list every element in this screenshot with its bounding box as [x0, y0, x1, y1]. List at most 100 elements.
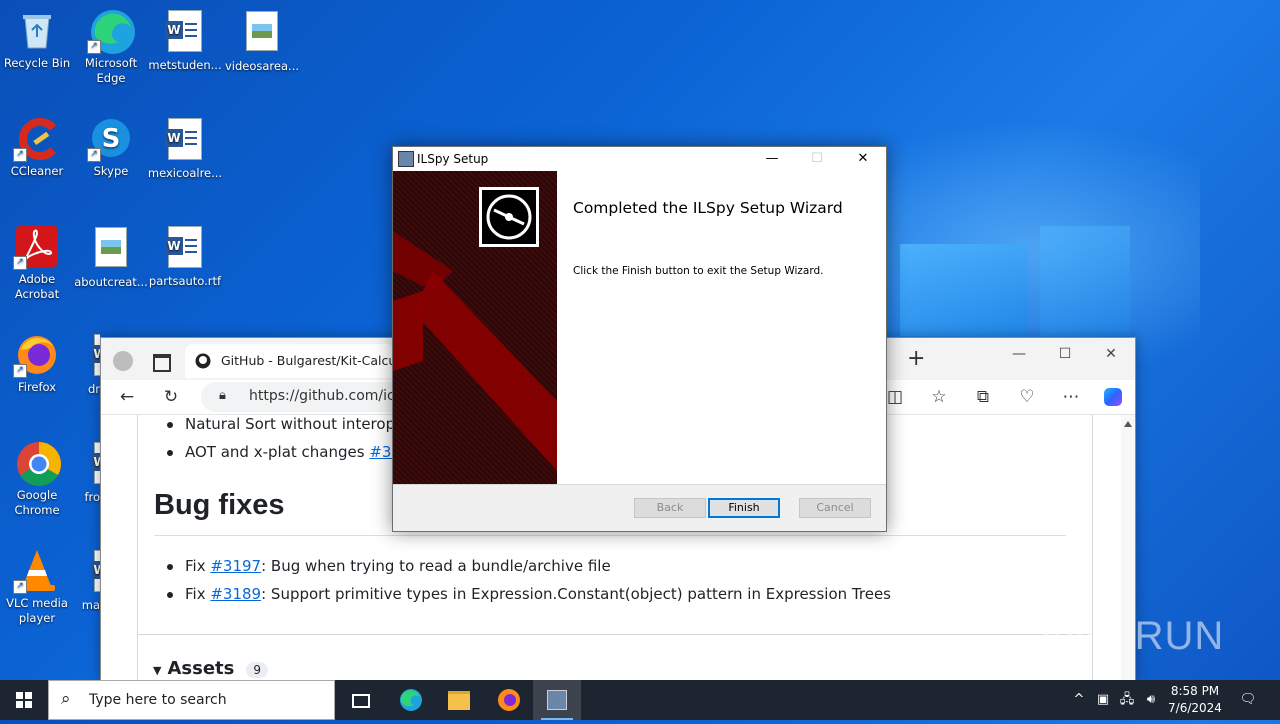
taskbar-clock[interactable]: 8:58 PM 7/6/2024: [1160, 683, 1230, 717]
assets-toggle[interactable]: ▼ Assets 9: [153, 658, 268, 679]
lock-icon: 🔒︎: [219, 388, 226, 403]
desktop-icon-word-doc-partial[interactable]: W ma: [73, 548, 100, 613]
close-button[interactable]: ✕: [1089, 340, 1133, 368]
tab-title: GitHub - Bulgarest/Kit-Calculato: [221, 353, 420, 368]
folder-icon: [448, 691, 470, 710]
divider: [154, 535, 1066, 536]
adobe-acrobat-icon: ↗: [13, 224, 59, 270]
setup-app-icon: [547, 690, 567, 710]
desktop-icon-label: partsauto.rtf: [148, 274, 222, 288]
skype-icon: S ↗: [87, 116, 133, 162]
anyrun-watermark: ANY RUN: [1038, 614, 1225, 658]
dialog-button-bar: Back Finish Cancel: [393, 484, 886, 532]
desktop-icon-recycle-bin[interactable]: Recycle Bin: [0, 8, 75, 71]
show-hidden-icons-chevron[interactable]: ^: [1068, 680, 1090, 720]
issue-link[interactable]: #3197: [210, 557, 261, 575]
profile-icon[interactable]: [113, 351, 133, 371]
device-icon[interactable]: ▣: [1092, 680, 1114, 720]
browser-tab-github[interactable]: GitHub - Bulgarest/Kit-Calculato: [185, 344, 420, 378]
desktop-icon-acrobat[interactable]: ↗ Adobe Acrobat: [0, 224, 75, 302]
shortcut-arrow-icon: ↗: [13, 148, 27, 162]
desktop-icon-edge[interactable]: ↗ Microsoft Edge: [73, 8, 149, 86]
collections-icon[interactable]: ⧉: [971, 385, 995, 409]
word-document-icon: W: [89, 442, 100, 486]
network-icon[interactable]: 🖧︎: [1116, 680, 1138, 720]
wallpaper-logo-pane: [900, 244, 1028, 336]
wizard-heading: Completed the ILSpy Setup Wizard: [573, 199, 843, 217]
scroll-up-icon[interactable]: [1124, 421, 1132, 427]
dialog-close-button[interactable]: ✕: [840, 147, 886, 171]
taskbar-search-box[interactable]: ⌕ Type here to search: [48, 680, 335, 720]
desktop-icon-word-doc[interactable]: W mexicoalre...: [147, 116, 223, 181]
shortcut-arrow-icon: ↗: [87, 148, 101, 162]
desktop-icon-label: Microsoft Edge: [84, 56, 138, 85]
firefox-icon: [498, 689, 520, 711]
windows-logo-icon: [16, 692, 32, 708]
word-document-icon: W: [89, 334, 100, 378]
dialog-title: ILSpy Setup: [417, 152, 489, 166]
vlc-icon: ↗: [13, 548, 59, 594]
dialog-minimize-button[interactable]: —: [749, 147, 795, 171]
list-item: Fix #3197: Bug when trying to read a bun…: [167, 557, 611, 575]
maximize-button[interactable]: ☐: [1043, 340, 1087, 368]
task-view-icon: [352, 694, 370, 708]
address-url: https://github.com/icsh: [249, 388, 411, 404]
taskbar: ⌕ Type here to search ^ ▣ 🖧︎ 🔊︎ 8:58 PM …: [0, 680, 1280, 720]
start-button[interactable]: [0, 680, 48, 720]
desktop-icon-rtf-doc[interactable]: W partsauto.rtf: [147, 224, 223, 289]
desktop-icon-word-doc-partial[interactable]: W fro: [73, 440, 100, 505]
taskbar-ilspy-setup[interactable]: [533, 680, 581, 720]
refresh-icon[interactable]: ↻: [159, 385, 183, 409]
favorites-star-icon[interactable]: ☆: [927, 385, 951, 409]
volume-icon[interactable]: 🔊︎: [1140, 680, 1162, 720]
taskbar-file-explorer[interactable]: [435, 680, 483, 720]
desktop-icon-ccleaner[interactable]: ↗ CCleaner: [0, 116, 75, 179]
finish-button[interactable]: Finish: [708, 498, 780, 518]
dialog-maximize-button: ☐: [811, 151, 823, 166]
github-icon: [195, 353, 211, 369]
desktop-icon-word-doc[interactable]: W metstuden...: [147, 8, 223, 73]
desktop-icon-word-doc-partial[interactable]: W dr: [73, 332, 100, 397]
desktop-icon-skype[interactable]: S ↗ Skype: [73, 116, 149, 179]
desktop-icon-label: fro: [84, 490, 100, 504]
search-placeholder: Type here to search: [89, 692, 227, 708]
taskbar-edge[interactable]: [387, 680, 435, 720]
desktop-icon-image-file[interactable]: aboutcreat...: [73, 224, 149, 290]
desktop-icon-firefox[interactable]: ↗ Firefox: [0, 332, 75, 395]
desktop-icon-label: Skype: [93, 164, 129, 178]
shortcut-arrow-icon: ↗: [13, 364, 27, 378]
tab-actions-icon[interactable]: [153, 354, 171, 372]
task-view-button[interactable]: [336, 680, 384, 720]
search-icon: ⌕: [61, 689, 71, 709]
recycle-bin-icon: [15, 8, 59, 52]
disc-icon: [479, 187, 539, 247]
taskbar-firefox[interactable]: [485, 680, 533, 720]
dialog-title-bar[interactable]: ILSpy Setup — ☐ ✕: [393, 147, 886, 171]
notifications-icon[interactable]: 🗨︎: [1234, 680, 1262, 720]
desktop-icon-vlc[interactable]: ↗ VLC media player: [0, 548, 75, 626]
divider: [137, 634, 1091, 635]
more-menu-icon[interactable]: ⋯: [1059, 385, 1083, 409]
image-file-icon: [89, 227, 133, 271]
desktop-icon-chrome[interactable]: Google Chrome: [0, 440, 75, 518]
browser-essentials-icon[interactable]: ♡: [1015, 385, 1039, 409]
desktop-icon-label: mexicoalre...: [147, 166, 223, 180]
section-heading: Bug fixes: [154, 489, 285, 521]
caret-down-icon: ▼: [153, 664, 162, 677]
clock-time: 8:58 PM: [1170, 684, 1220, 698]
back-arrow-icon[interactable]: ←: [115, 385, 139, 409]
minimize-button[interactable]: —: [997, 340, 1041, 368]
cancel-button: Cancel: [799, 498, 871, 518]
ilspy-setup-dialog[interactable]: ILSpy Setup — ☐ ✕ Completed the ILSpy Se…: [392, 146, 887, 532]
issue-link[interactable]: #3189: [210, 585, 261, 603]
desktop-icon-image-file[interactable]: videosarea...: [224, 8, 300, 74]
chrome-icon: [15, 440, 61, 486]
desktop-icon-label: Recycle Bin: [3, 56, 71, 70]
new-tab-button[interactable]: +: [907, 346, 925, 371]
wizard-banner-image: [393, 171, 557, 484]
copilot-icon[interactable]: [1101, 385, 1125, 409]
clock-date: 7/6/2024: [1168, 701, 1222, 715]
shortcut-arrow-icon: ↗: [87, 40, 101, 54]
desktop-icon-label: Firefox: [17, 380, 57, 394]
desktop-icon-label: VLC media player: [6, 596, 68, 625]
